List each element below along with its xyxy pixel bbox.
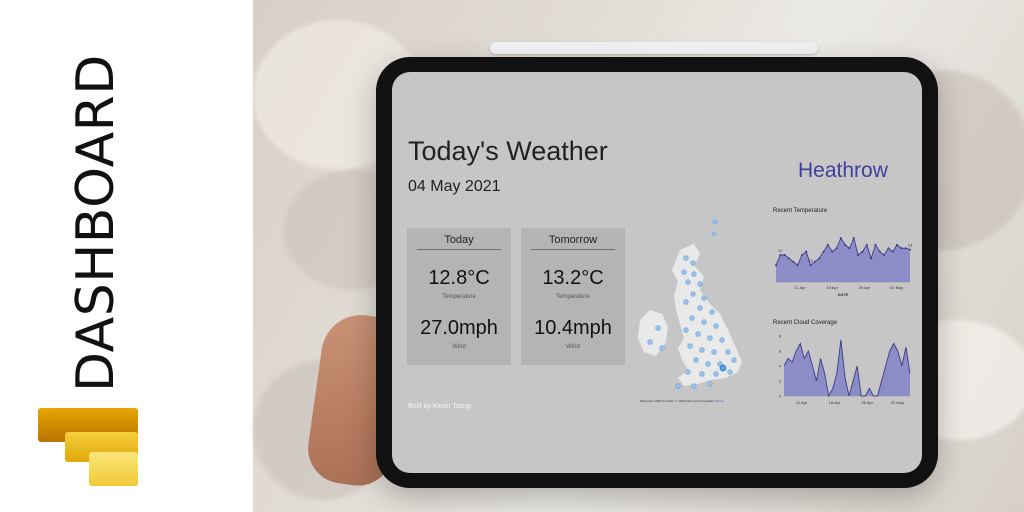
dashboard-heading: DASHBOARD bbox=[66, 54, 126, 392]
card-header: Tomorrow bbox=[548, 234, 598, 246]
data-point bbox=[809, 264, 812, 267]
data-point bbox=[826, 243, 829, 246]
data-point bbox=[805, 250, 808, 253]
data-point bbox=[818, 257, 821, 260]
x-tick-label: 02 May bbox=[891, 400, 904, 405]
temperature-value: 12.8°C bbox=[428, 267, 490, 289]
data-point bbox=[861, 250, 864, 253]
data-point bbox=[883, 254, 886, 256]
data-point bbox=[800, 254, 803, 256]
cloud-chart-title: Recent Cloud Coverage bbox=[773, 320, 838, 326]
x-tick-label: 25 Apr bbox=[859, 285, 871, 290]
data-point bbox=[909, 248, 911, 251]
data-point bbox=[865, 243, 868, 246]
wind-value: 10.4mph bbox=[534, 317, 612, 339]
temperature-chart-title: Recent Temperature bbox=[773, 208, 828, 214]
data-point bbox=[831, 250, 834, 253]
uk-map[interactable] bbox=[638, 210, 762, 408]
map-attribution: Microsoft ©2022 TomTom, © 2022 Microsoft… bbox=[640, 399, 724, 403]
page-title: Today's Weather bbox=[408, 136, 608, 166]
data-point bbox=[874, 243, 877, 246]
data-point bbox=[900, 247, 903, 250]
data-point bbox=[857, 254, 860, 256]
x-tick-label: 02 May bbox=[890, 285, 903, 290]
data-label: 13 bbox=[908, 243, 912, 248]
tomorrow-card: Tomorrow 13.2°C Temperature 10.4mph Wind bbox=[521, 228, 625, 365]
x-tick-label: 25 Apr bbox=[861, 400, 873, 405]
series-area bbox=[776, 238, 910, 282]
y-tick-label: 4 bbox=[779, 364, 782, 369]
data-point bbox=[844, 243, 847, 246]
y-tick-label: 6 bbox=[779, 349, 782, 354]
data-point bbox=[848, 247, 851, 250]
data-point bbox=[787, 257, 790, 260]
stylus bbox=[490, 42, 818, 54]
y-tick-label: 0 bbox=[779, 394, 782, 399]
today-card: Today 12.8°C Temperature 27.0mph Wind bbox=[407, 228, 511, 365]
author-credit: Built by Kevin Tsang bbox=[408, 403, 471, 410]
card-divider bbox=[417, 249, 501, 250]
cloud-chart: 11 Apr 18 Apr 25 Apr 02 May 0 2 4 6 8 bbox=[779, 334, 911, 405]
report-date: 04 May 2021 bbox=[408, 178, 501, 195]
x-tick-label: 18 Apr bbox=[826, 285, 838, 290]
data-point bbox=[870, 257, 873, 260]
tablet-screen: Today's Weather 04 May 2021 Heathrow Tod… bbox=[392, 72, 922, 473]
selected-station-marker[interactable] bbox=[719, 364, 727, 372]
temperature-value: 13.2°C bbox=[542, 267, 604, 289]
temperature-label: Temperature bbox=[556, 294, 590, 300]
x-tick-label: 11 Apr bbox=[796, 400, 808, 405]
x-tick-label: 18 Apr bbox=[829, 400, 841, 405]
data-point bbox=[839, 237, 842, 240]
data-point bbox=[878, 250, 881, 253]
temperature-label: Temperature bbox=[442, 294, 476, 300]
data-label: 10 bbox=[808, 258, 813, 263]
map-attribution-text: Microsoft ©2022 TomTom, © 2022 Microsoft… bbox=[640, 399, 715, 403]
data-point bbox=[792, 260, 795, 263]
map-terms-link[interactable]: Terms bbox=[716, 399, 724, 403]
data-point bbox=[852, 237, 855, 240]
power-bi-logo bbox=[38, 408, 138, 486]
wind-value: 27.0mph bbox=[420, 317, 498, 339]
data-point bbox=[813, 260, 816, 263]
data-point bbox=[822, 250, 825, 253]
data-point bbox=[796, 264, 799, 267]
wind-label: Wind bbox=[452, 344, 466, 350]
data-point bbox=[891, 250, 894, 253]
data-point bbox=[904, 247, 907, 250]
card-divider bbox=[531, 249, 615, 250]
temperature-chart: 11 Apr 18 Apr 25 Apr 02 May DATE 12 10 13 bbox=[775, 236, 912, 297]
data-point bbox=[835, 247, 838, 250]
y-tick-label: 2 bbox=[779, 379, 782, 384]
data-point bbox=[887, 247, 890, 250]
data-point bbox=[779, 254, 782, 256]
card-header: Today bbox=[444, 234, 474, 246]
wind-label: Wind bbox=[566, 344, 580, 350]
data-point bbox=[775, 264, 777, 267]
x-tick-label: 11 Apr bbox=[794, 285, 806, 290]
data-point bbox=[783, 254, 786, 256]
y-tick-label: 8 bbox=[779, 334, 782, 339]
cover-panel: DASHBOARD bbox=[0, 0, 253, 512]
x-axis-label: DATE bbox=[838, 292, 849, 297]
station-name: Heathrow bbox=[798, 159, 888, 182]
data-point bbox=[896, 243, 899, 246]
data-label: 12 bbox=[778, 248, 783, 253]
